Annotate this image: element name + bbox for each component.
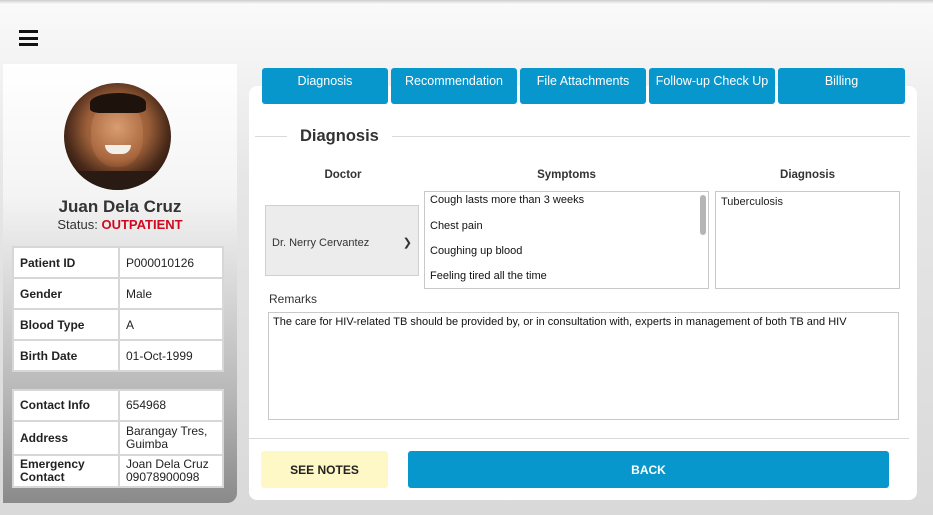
doctor-select-value: Dr. Nerry Cervantez (272, 237, 370, 249)
scrollbar[interactable] (700, 195, 706, 235)
table-row: Gender Male (12, 277, 224, 310)
contact-value: Joan Dela Cruz 09078900098 (118, 454, 224, 488)
back-button[interactable]: BACK (408, 451, 889, 488)
info-value: P000010126 (118, 246, 224, 279)
contact-label: Emergency Contact (12, 454, 120, 488)
diagnosis-field[interactable]: Tuberculosis (715, 191, 900, 289)
info-label: Gender (12, 277, 120, 310)
list-item[interactable]: Coughing up blood (430, 245, 522, 257)
hamburger-menu-icon[interactable] (19, 30, 38, 46)
patient-name: Juan Dela Cruz (58, 197, 182, 216)
info-value: A (118, 308, 224, 341)
divider (392, 136, 910, 137)
tab-billing[interactable]: Billing (778, 68, 905, 104)
doctor-header: Doctor (324, 169, 362, 181)
status-value: OUTPATIENT (101, 217, 183, 232)
table-row: Blood Type A (12, 308, 224, 341)
status-label: Status: (57, 217, 102, 232)
remarks-field[interactable]: The care for HIV-related TB should be pr… (268, 312, 899, 420)
remarks-label: Remarks (269, 292, 318, 306)
top-shadow (0, 0, 933, 4)
avatar (64, 83, 171, 190)
contact-value: Barangay Tres, Guimba (118, 420, 224, 456)
doctor-select[interactable]: Dr. Nerry Cervantez ❯ (265, 205, 419, 276)
tab-recommendation[interactable]: Recommendation (391, 68, 517, 104)
contact-label: Contact Info (12, 389, 120, 422)
see-notes-button[interactable]: SEE NOTES (261, 451, 388, 488)
contact-info-table: Contact Info 654968 Address Barangay Tre… (12, 389, 224, 488)
patient-info-table: Patient ID P000010126 Gender Male Blood … (12, 246, 224, 372)
info-value: 01-Oct-1999 (118, 339, 224, 372)
table-row: Emergency Contact Joan Dela Cruz 0907890… (12, 454, 224, 488)
table-row: Patient ID P000010126 (12, 246, 224, 279)
contact-value: 654968 (118, 389, 224, 422)
section-title: Diagnosis (300, 127, 379, 145)
list-item[interactable]: Feeling tired all the time (430, 270, 547, 282)
tab-follow-up-check-up[interactable]: Follow-up Check Up (649, 68, 775, 104)
table-row: Birth Date 01-Oct-1999 (12, 339, 224, 372)
tab-file-attachments[interactable]: File Attachments (520, 68, 646, 104)
table-row: Address Barangay Tres, Guimba (12, 420, 224, 456)
info-label: Blood Type (12, 308, 120, 341)
diagnosis-header: Diagnosis (780, 169, 835, 181)
symptoms-list[interactable]: Cough lasts more than 3 weeks Chest pain… (424, 191, 709, 289)
contact-label: Address (12, 420, 120, 456)
list-item[interactable]: Cough lasts more than 3 weeks (430, 194, 584, 206)
table-row: Contact Info 654968 (12, 389, 224, 422)
info-label: Birth Date (12, 339, 120, 372)
symptoms-header: Symptoms (537, 169, 596, 181)
divider (255, 136, 287, 137)
divider (249, 438, 909, 439)
list-item[interactable]: Chest pain (430, 220, 483, 232)
tab-diagnosis[interactable]: Diagnosis (262, 68, 388, 104)
chevron-down-icon: ❯ (402, 237, 412, 249)
patient-panel: Juan Dela Cruz Status: OUTPATIENT Patien… (3, 64, 237, 503)
patient-status: Status: OUTPATIENT (3, 217, 237, 232)
info-value: Male (118, 277, 224, 310)
info-label: Patient ID (12, 246, 120, 279)
